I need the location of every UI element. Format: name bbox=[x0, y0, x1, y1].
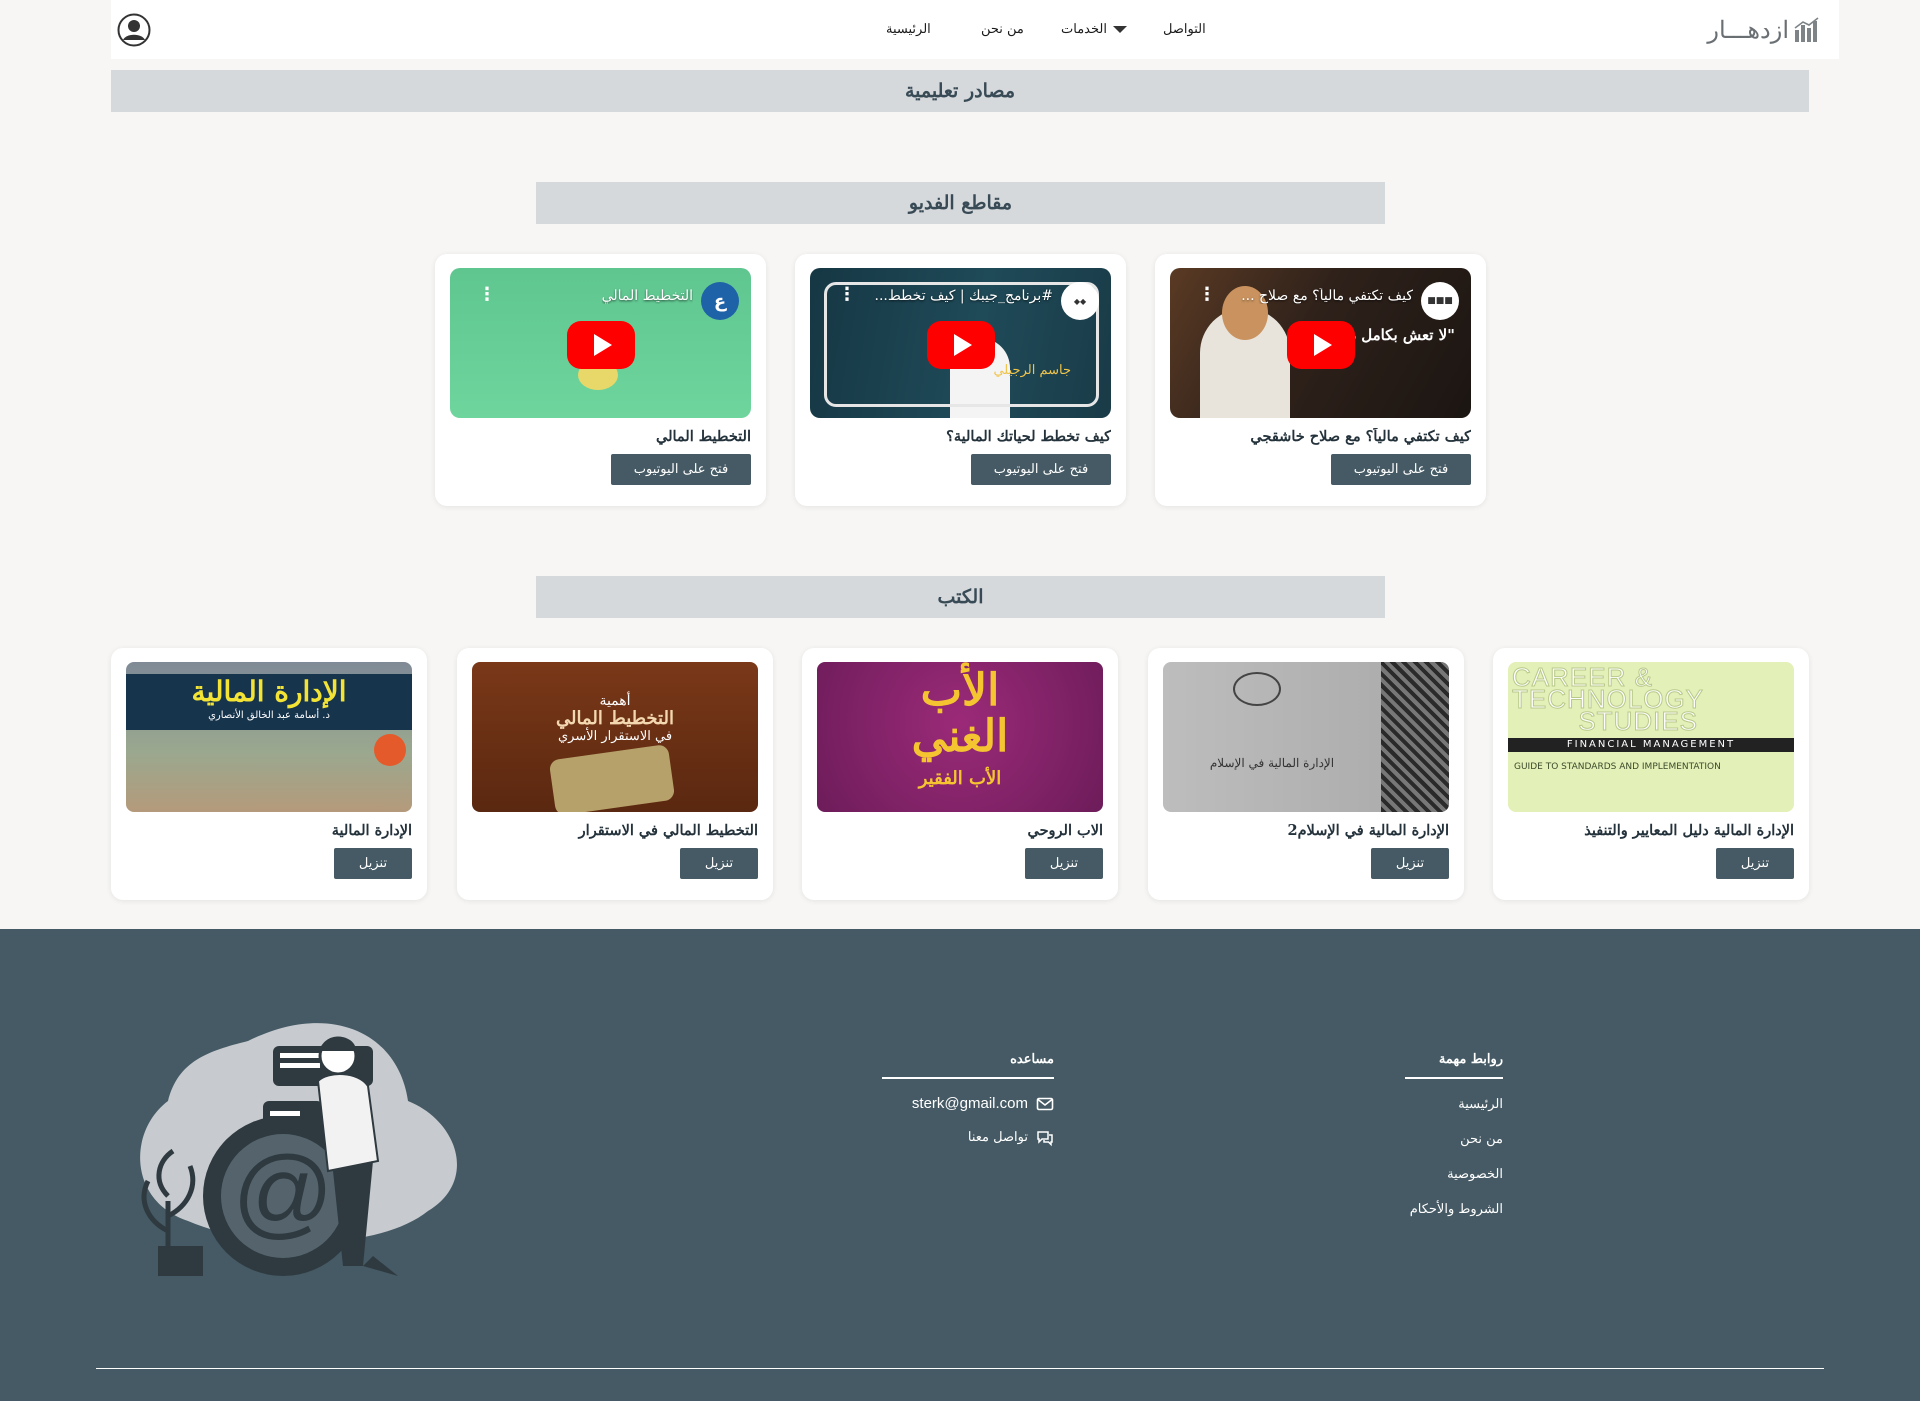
cover-band: FINANCIAL MANAGEMENT bbox=[1508, 738, 1794, 752]
footer-contact-text: تواصل معنا bbox=[967, 1130, 1028, 1145]
video-card: جاسم الرجيلي ◆◆ #برنامج_جيبك | كيف تخطط.… bbox=[795, 254, 1126, 506]
book-title: التخطيط المالي في الاستقرار bbox=[578, 822, 758, 839]
nav-services-label: الخدمات bbox=[1061, 22, 1107, 37]
svg-text:@: @ bbox=[232, 1136, 334, 1248]
video-thumbnail[interactable]: "لا تعش بكامل دخلك" ■■■ كيف تكتفي مالياً… bbox=[1170, 268, 1471, 418]
open-youtube-button[interactable]: فتح على اليوتيوب bbox=[971, 454, 1111, 485]
footer: روابط مهمة الرئيسية من نحن الخصوصية الشر… bbox=[0, 929, 1920, 1401]
video-thumbnail[interactable]: جاسم الرجيلي ◆◆ #برنامج_جيبك | كيف تخطط.… bbox=[810, 268, 1111, 418]
video-thumb-title: كيف تكتفي مالياً؟ مع صلاح ... bbox=[1241, 288, 1413, 304]
cover-heading: أهمية التخطيط المالي في الاستقرار الأسري bbox=[556, 693, 674, 744]
more-options-icon[interactable]: ⋮ bbox=[1198, 286, 1216, 304]
footer-email-text: sterk@gmail.com bbox=[911, 1095, 1028, 1112]
download-button[interactable]: تنزيل bbox=[1025, 848, 1103, 879]
envelope-icon bbox=[1036, 1097, 1054, 1111]
open-youtube-button[interactable]: فتح على اليوتيوب bbox=[611, 454, 751, 485]
download-button[interactable]: تنزيل bbox=[680, 848, 758, 879]
video-thumb-title: التخطيط المالي bbox=[601, 288, 693, 304]
user-avatar-icon[interactable] bbox=[117, 13, 151, 47]
book-title: الإدارة المالية في الإسلام2 bbox=[1287, 822, 1449, 839]
video-card: "لا تعش بكامل دخلك" ■■■ كيف تكتفي مالياً… bbox=[1155, 254, 1486, 506]
cover-heading: الإدارة المالية د. أسامة عبد الخالق الأن… bbox=[126, 674, 412, 730]
channel-logo-icon: ع bbox=[701, 282, 739, 320]
download-button[interactable]: تنزيل bbox=[1371, 848, 1449, 879]
book-card: أهمية التخطيط المالي في الاستقرار الأسري… bbox=[457, 648, 773, 900]
more-options-icon[interactable]: ⋮ bbox=[478, 286, 496, 304]
channel-logo-icon: ■■■ bbox=[1421, 282, 1459, 320]
footer-help: مساعده sterk@gmail.com تواصل معنا bbox=[882, 1052, 1054, 1155]
book-cover: CAREER & TECHNOLOGY STUDIES FINANCIAL MA… bbox=[1508, 662, 1794, 812]
footer-links: روابط مهمة الرئيسية من نحن الخصوصية الشر… bbox=[1405, 1052, 1503, 1227]
videos-heading: مقاطع الفديو bbox=[536, 182, 1385, 224]
download-button[interactable]: تنزيل bbox=[334, 848, 412, 879]
nav-contact[interactable]: التواصل bbox=[1163, 22, 1206, 37]
cover-subtitle: الأب الفقير bbox=[918, 768, 1002, 789]
chat-bubbles-icon bbox=[1037, 1131, 1053, 1147]
chevron-down-icon bbox=[1112, 26, 1127, 33]
video-thumbnail[interactable]: ع التخطيط المالي ⋮ bbox=[450, 268, 751, 418]
video-title: التخطيط المالي bbox=[655, 428, 751, 445]
cover-heading: CAREER & TECHNOLOGY STUDIES bbox=[1511, 662, 1705, 736]
channel-logo-icon: ◆◆ bbox=[1061, 282, 1099, 320]
books-heading: الكتب bbox=[536, 576, 1385, 618]
logo-text: ازدهـــار bbox=[1707, 15, 1789, 44]
book-title: الإدارة المالية bbox=[331, 822, 412, 839]
cover-emblem bbox=[1233, 672, 1281, 706]
nav-home[interactable]: الرئيسية bbox=[886, 22, 931, 37]
youtube-play-icon[interactable] bbox=[1286, 321, 1355, 369]
cover-heading: الأب الغني bbox=[911, 665, 1009, 762]
footer-email[interactable]: sterk@gmail.com bbox=[882, 1087, 1054, 1121]
thumbnail-overlay-text: جاسم الرجيلي bbox=[993, 363, 1071, 378]
book-cover: أهمية التخطيط المالي في الاستقرار الأسري bbox=[472, 662, 758, 812]
open-youtube-button[interactable]: فتح على اليوتيوب bbox=[1331, 454, 1471, 485]
book-card: الإدارة المالية في الإسلام الإدارة المال… bbox=[1148, 648, 1464, 900]
video-title: كيف تكتفي مالياً؟ مع صلاح خاشقجي bbox=[1250, 428, 1471, 445]
more-options-icon[interactable]: ⋮ bbox=[838, 286, 856, 304]
footer-link-home[interactable]: الرئيسية bbox=[1405, 1087, 1503, 1122]
contact-illustration: @ bbox=[140, 1023, 457, 1276]
nav-services[interactable]: الخدمات bbox=[1061, 22, 1127, 37]
footer-link-terms[interactable]: الشروط والأحكام bbox=[1405, 1192, 1503, 1227]
bar-chart-logo-icon bbox=[1794, 16, 1819, 42]
cover-title-text: الإدارة المالية في الإسلام bbox=[1209, 756, 1335, 770]
cover-pattern bbox=[1381, 662, 1449, 812]
footer-divider bbox=[96, 1368, 1824, 1369]
youtube-play-icon[interactable] bbox=[566, 321, 635, 369]
publisher-logo-icon bbox=[374, 734, 406, 766]
book-card: CAREER & TECHNOLOGY STUDIES FINANCIAL MA… bbox=[1493, 648, 1809, 900]
book-title: الإدارة المالية دليل المعايير والتنفيذ bbox=[1584, 822, 1794, 839]
money-graphic bbox=[548, 743, 676, 812]
navbar: التواصل الخدمات من نحن الرئيسية ازدهـــا… bbox=[111, 0, 1839, 59]
download-button[interactable]: تنزيل bbox=[1716, 848, 1794, 879]
book-card: الأب الغني الأب الفقير الاب الروحي تنزيل bbox=[802, 648, 1118, 900]
cover-subtitle: GUIDE TO STANDARDS AND IMPLEMENTATION bbox=[1514, 762, 1721, 772]
brand-logo[interactable]: ازدهـــار bbox=[1707, 16, 1821, 44]
book-cover: الإدارة المالية د. أسامة عبد الخالق الأن… bbox=[126, 662, 412, 812]
youtube-play-icon[interactable] bbox=[926, 321, 995, 369]
book-card: الإدارة المالية د. أسامة عبد الخالق الأن… bbox=[111, 648, 427, 900]
video-title: كيف تخطط لحياتك المالية؟ bbox=[946, 428, 1111, 445]
page-title: مصادر تعليمية bbox=[111, 70, 1809, 112]
video-thumb-title: #برنامج_جيبك | كيف تخطط... bbox=[874, 288, 1053, 304]
book-cover: الأب الغني الأب الفقير bbox=[817, 662, 1103, 812]
footer-contact[interactable]: تواصل معنا bbox=[882, 1121, 1054, 1155]
footer-links-heading: روابط مهمة bbox=[1405, 1052, 1503, 1079]
footer-help-heading: مساعده bbox=[882, 1052, 1054, 1079]
nav-links: التواصل الخدمات من نحن الرئيسية bbox=[111, 0, 1839, 59]
video-card: ع التخطيط المالي ⋮ التخطيط المالي فتح عل… bbox=[435, 254, 766, 506]
book-title: الاب الروحي bbox=[1027, 822, 1104, 839]
book-cover: الإدارة المالية في الإسلام bbox=[1163, 662, 1449, 812]
footer-link-privacy[interactable]: الخصوصية bbox=[1405, 1157, 1503, 1192]
nav-about[interactable]: من نحن bbox=[981, 22, 1024, 37]
footer-link-about[interactable]: من نحن bbox=[1405, 1122, 1503, 1157]
